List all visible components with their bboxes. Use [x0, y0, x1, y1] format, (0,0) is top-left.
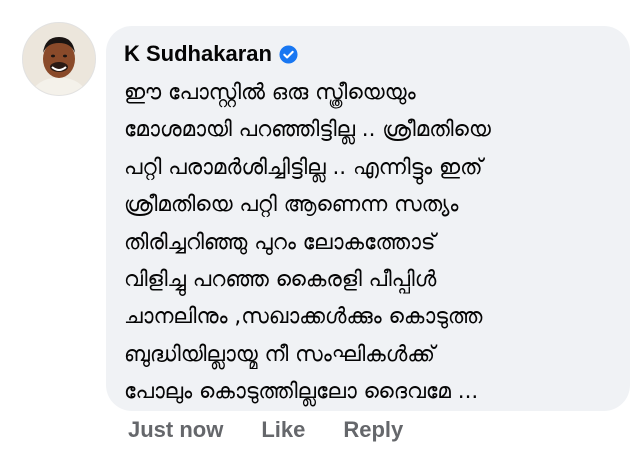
comment-actions: Just now Like Reply [128, 417, 403, 443]
author-avatar[interactable] [22, 22, 96, 96]
like-button[interactable]: Like [261, 417, 305, 443]
comment-timestamp-link[interactable]: Just now [128, 417, 223, 443]
verified-badge-icon [279, 44, 298, 64]
comment-line: ബുദ്ധിയില്ലായ്മ നീ സംഘികൾക്ക് [124, 341, 435, 367]
comment-line: മോശമായി പറഞ്ഞിട്ടില്ല .. ശ്രീമതിയെ [124, 117, 491, 143]
comment-bubble: K Sudhakaran ഈ പോസ്റ്റിൽ ഒരു സ്ത്രീയെയും… [106, 26, 630, 411]
comment-line: പോലും കൊടുത്തില്ലലോ ദൈവമേ ... [124, 379, 479, 405]
comment-line: ഈ പോസ്റ്റിൽ ഒരു സ്ത്രീയെയും [124, 80, 416, 105]
reply-button[interactable]: Reply [343, 417, 403, 443]
comment-body: ഈ പോസ്റ്റിൽ ഒരു സ്ത്രീയെയും മോശമായി പറഞ്… [124, 74, 614, 411]
comment-line: ശ്രീമതിയെ പറ്റി ആണെന്ന സത്യം [124, 192, 459, 218]
comment-line: പറ്റി പരാമർശിച്ചിട്ടില്ല .. എന്നിട്ടും ഇ… [124, 154, 483, 180]
comment-line: വിളിച്ചു പറഞ്ഞ കൈരളി പീപ്പിൾ [124, 267, 437, 293]
author-name-link[interactable]: K Sudhakaran [124, 41, 272, 67]
comment-line: തിരിച്ചറിഞ്ഞു പുറം ലോകത്തോട് [124, 229, 436, 255]
comment-header: K Sudhakaran [124, 40, 614, 68]
avatar-photo [23, 23, 95, 95]
comment-line: ചാനലിനും ,സഖാക്കൾക്കും കൊടുത്ത [124, 304, 483, 330]
